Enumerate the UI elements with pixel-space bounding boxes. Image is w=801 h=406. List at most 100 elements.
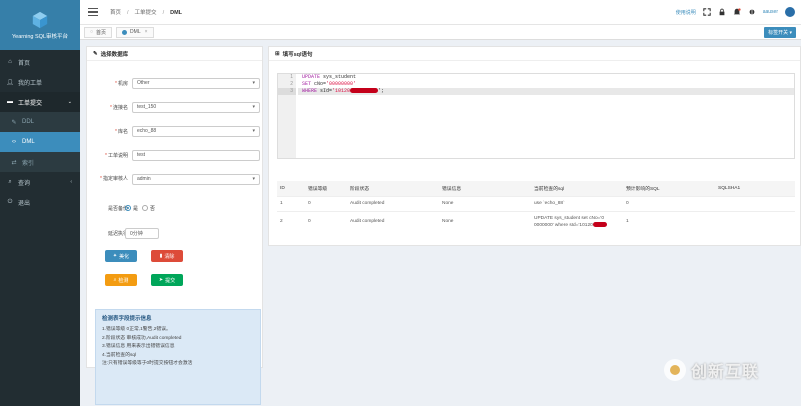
search-icon: ⌕ bbox=[8, 178, 12, 185]
sidebar-item-label: 我的工单 bbox=[18, 80, 43, 87]
code-line: UPDATE sys_student bbox=[302, 74, 357, 80]
fullscreen-icon[interactable] bbox=[702, 8, 711, 16]
code-icon: ⊞ bbox=[275, 50, 280, 57]
cell: None bbox=[439, 196, 531, 212]
code-line-active: WHERE sId='10120 '; bbox=[298, 88, 794, 95]
tab-dml[interactable]: DML × bbox=[116, 26, 154, 38]
theme-icon[interactable] bbox=[748, 8, 756, 16]
description-input[interactable]: test bbox=[132, 149, 260, 161]
sidebar-item-logout[interactable]: ⏻ 退出 bbox=[0, 192, 80, 212]
cell: use `echo_88` bbox=[531, 196, 623, 212]
sidebar-item-query[interactable]: ⌕ 查询 ‹ bbox=[0, 172, 80, 192]
form-row-description: *工单说明 test bbox=[87, 149, 270, 161]
radio-label: 否 bbox=[150, 205, 156, 212]
cell: 0 bbox=[305, 196, 347, 212]
circle-icon: ○ bbox=[90, 29, 94, 35]
sql-editor-panel: ⊞ 填写sql语句 1 2 3 UPDATE sys_student SET cN… bbox=[268, 46, 801, 246]
menu-toggle-icon[interactable] bbox=[88, 6, 98, 18]
chevron-down-icon: ▾ bbox=[252, 176, 255, 182]
column-header[interactable]: 预计影响的SQL bbox=[623, 181, 715, 197]
column-header[interactable]: 错误信息 bbox=[439, 181, 531, 197]
clear-button[interactable]: ▮ 清除 bbox=[151, 250, 183, 262]
column-header[interactable]: 阶段状态 bbox=[347, 181, 439, 197]
info-line: 1.错误等级 0正常,1警告,2错误。 bbox=[102, 327, 171, 332]
form-row-room: *机房 Other ▾ bbox=[87, 77, 270, 89]
avatar[interactable] bbox=[785, 7, 795, 17]
info-box: 检测表字段提示信息 1.错误等级 0正常,1警告,2错误。 2.阶段状态 审核成… bbox=[95, 309, 261, 405]
tab-switch-button[interactable]: 标签开关 ▾ bbox=[764, 27, 796, 38]
logout-icon: ⏻ bbox=[7, 198, 13, 205]
form-row-delay: 延迟执行 0分钟 bbox=[87, 227, 270, 239]
trash-icon: ▮ bbox=[159, 253, 163, 259]
bell-icon[interactable] bbox=[733, 8, 741, 16]
active-dot-icon bbox=[122, 29, 128, 35]
sidebar-item-my-orders[interactable]: 👤︎ 我的工单 bbox=[0, 72, 80, 92]
code-line: SET cNo='00000000' bbox=[302, 81, 357, 87]
database-select[interactable]: echo_88 ▾ bbox=[132, 125, 260, 137]
sidebar-item-submit-order[interactable]: ▬ 工单提交 ⌄ bbox=[0, 92, 80, 112]
line-number: 3 bbox=[278, 88, 296, 95]
help-link[interactable]: 使用说明 bbox=[676, 9, 696, 16]
cell: 0 bbox=[305, 210, 347, 233]
code-area[interactable]: UPDATE sys_student SET cNo='00000000' WH… bbox=[298, 74, 794, 95]
column-header[interactable]: SQLSHA1 bbox=[715, 181, 795, 197]
table-row: 1 0 Audit completed None use `echo_88` 0 bbox=[277, 196, 795, 212]
sidebar-item-label: DML bbox=[22, 139, 35, 145]
panel-title-text: 填写sql语句 bbox=[282, 51, 313, 58]
redaction-mark bbox=[350, 88, 379, 94]
home-icon: ⌂ bbox=[8, 59, 12, 65]
watermark-logo-icon bbox=[664, 359, 686, 381]
lock-icon[interactable] bbox=[718, 8, 726, 16]
sidebar-submenu: ✎ DDL ‹› DML ⇄ 索引 bbox=[0, 112, 80, 172]
info-title: 检测表字段提示信息 bbox=[102, 316, 152, 322]
sidebar-item-index[interactable]: ⇄ 索引 bbox=[0, 152, 80, 172]
sql-editor[interactable]: 1 2 3 UPDATE sys_student SET cNo='000000… bbox=[277, 73, 795, 159]
index-icon: ⇄ bbox=[11, 159, 17, 166]
delay-input[interactable]: 0分钟 bbox=[125, 227, 159, 239]
submit-button[interactable]: ➤ 提交 bbox=[151, 274, 183, 286]
line-number: 2 bbox=[290, 81, 293, 87]
cell: 1 bbox=[277, 196, 305, 212]
redaction-mark bbox=[592, 222, 607, 227]
info-line: 3.错误信息 用来表示出错错误信息 bbox=[102, 344, 175, 349]
field-label: 连接名 bbox=[112, 104, 128, 111]
pencil-icon: ✎ bbox=[93, 50, 98, 57]
check-result-table: ID 错误等级 阶段状态 错误信息 当前检查的sql 预计影响的SQL SQLS… bbox=[277, 181, 795, 233]
tab-home[interactable]: ○ 首页 bbox=[84, 26, 113, 38]
cell: Audit completed bbox=[347, 196, 439, 212]
close-icon[interactable]: × bbox=[145, 29, 148, 35]
sidebar-item-home[interactable]: ⌂ 首页 bbox=[0, 52, 80, 72]
connection-select[interactable]: test_150 ▾ bbox=[132, 101, 260, 113]
column-header[interactable]: 错误等级 bbox=[305, 181, 347, 197]
app-logo[interactable]: Yearning SQL审核平台 bbox=[0, 0, 80, 50]
reviewer-select[interactable]: admin ▾ bbox=[132, 173, 260, 185]
chevron-down-icon: ▾ bbox=[252, 104, 255, 110]
column-header[interactable]: 当前检查的sql bbox=[531, 181, 623, 197]
watermark: 创新互联 bbox=[664, 358, 759, 382]
tab-label: 首页 bbox=[96, 29, 107, 36]
username[interactable]: aauser bbox=[763, 9, 778, 15]
sidebar-item-dml[interactable]: ‹› DML bbox=[0, 132, 80, 152]
format-button[interactable]: ✦ 美化 bbox=[105, 250, 137, 262]
sidebar-item-ddl[interactable]: ✎ DDL bbox=[0, 112, 80, 132]
line-number: 1 bbox=[290, 74, 293, 80]
chevron-down-icon: ▾ bbox=[252, 128, 255, 134]
sidebar-item-label: 索引 bbox=[22, 160, 35, 167]
breadcrumb-item[interactable]: 首页 bbox=[110, 10, 121, 16]
cell: 0 bbox=[623, 196, 715, 212]
line-gutter: 1 2 3 bbox=[278, 74, 296, 158]
backup-yes-radio[interactable] bbox=[125, 205, 131, 211]
field-label: 库名 bbox=[117, 128, 128, 135]
breadcrumb-item[interactable]: 工单提交 bbox=[135, 10, 157, 16]
table-header-row: ID 错误等级 阶段状态 错误信息 当前检查的sql 预计影响的SQL SQLS… bbox=[277, 181, 795, 197]
check-button[interactable]: ⌕ 检测 bbox=[105, 274, 137, 286]
breadcrumb: 首页 / 工单提交 / DML bbox=[110, 10, 183, 16]
code-icon: ‹› bbox=[12, 139, 16, 145]
room-select[interactable]: Other ▾ bbox=[132, 77, 260, 89]
sidebar-item-label: 退出 bbox=[18, 200, 31, 207]
backup-no-radio[interactable] bbox=[142, 205, 149, 211]
app-title: Yearning SQL审核平台 bbox=[11, 33, 69, 40]
cell: None bbox=[439, 210, 531, 233]
cube-logo-icon bbox=[32, 11, 48, 28]
column-header[interactable]: ID bbox=[277, 181, 305, 197]
